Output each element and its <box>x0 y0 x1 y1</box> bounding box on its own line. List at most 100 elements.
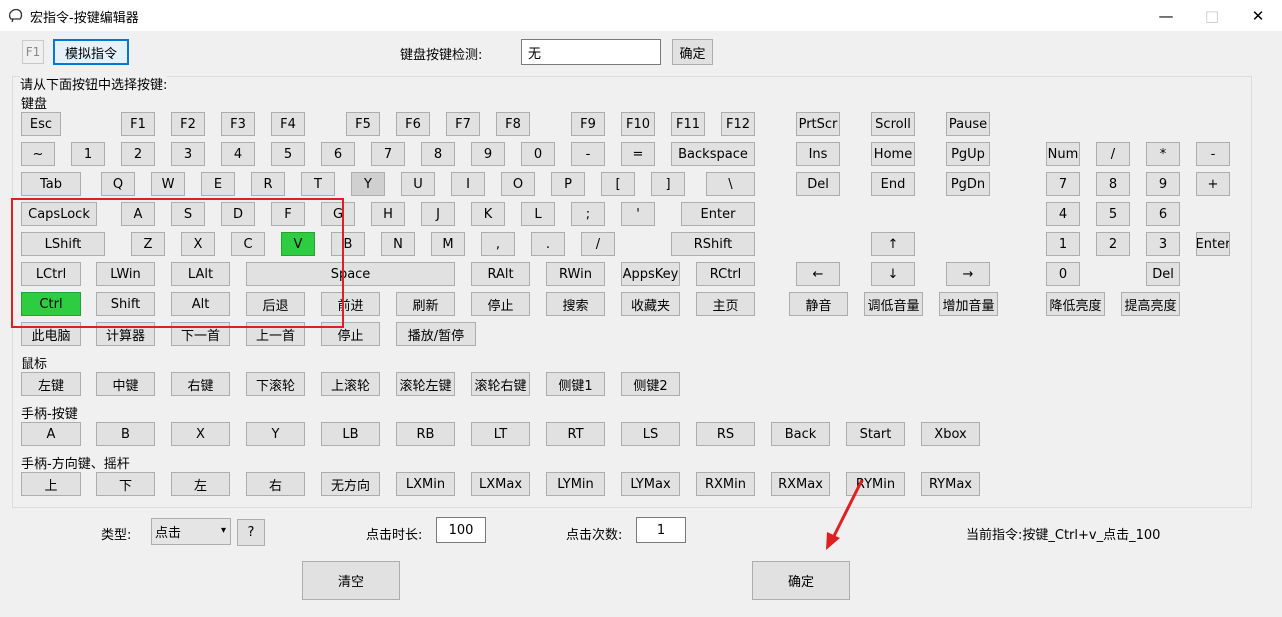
key-num-1[interactable]: 1 <box>1046 232 1080 256</box>
gamepad-a[interactable]: A <box>21 422 81 446</box>
key-slash[interactable]: / <box>581 232 615 256</box>
key-volume-mute[interactable]: 静音 <box>789 292 848 316</box>
gamepad-rx-min[interactable]: RXMin <box>696 472 755 496</box>
key-num[interactable]: Num <box>1046 142 1080 166</box>
mouse-wheel-right[interactable]: 滚轮右键 <box>471 372 530 396</box>
key-g[interactable]: G <box>321 202 355 226</box>
key-k[interactable]: K <box>471 202 505 226</box>
key-rwin[interactable]: RWin <box>546 262 605 286</box>
key-lbracket[interactable]: [ <box>601 172 635 196</box>
key-2[interactable]: 2 <box>121 142 155 166</box>
key-u[interactable]: U <box>401 172 435 196</box>
gamepad-dpad-up[interactable]: 上 <box>21 472 81 496</box>
key-f8[interactable]: F8 <box>496 112 530 136</box>
gamepad-x[interactable]: X <box>171 422 230 446</box>
mouse-middle-button[interactable]: 中键 <box>96 372 155 396</box>
mouse-side-button-1[interactable]: 侧键1 <box>546 372 605 396</box>
key-a[interactable]: A <box>121 202 155 226</box>
mouse-left-button[interactable]: 左键 <box>21 372 81 396</box>
key-appskey[interactable]: AppsKey <box>621 262 680 286</box>
key-browser-forward[interactable]: 前进 <box>321 292 380 316</box>
key-num-multiply[interactable]: * <box>1146 142 1180 166</box>
key-del[interactable]: Del <box>796 172 840 196</box>
key-num-4[interactable]: 4 <box>1046 202 1080 226</box>
key-0[interactable]: 0 <box>521 142 555 166</box>
key-equals[interactable]: = <box>621 142 655 166</box>
key-media-stop[interactable]: 停止 <box>321 322 380 346</box>
key-num-3[interactable]: 3 <box>1146 232 1180 256</box>
key-num-8[interactable]: 8 <box>1096 172 1130 196</box>
gamepad-lt[interactable]: LT <box>471 422 530 446</box>
key-8[interactable]: 8 <box>421 142 455 166</box>
key-num-2[interactable]: 2 <box>1096 232 1130 256</box>
key-f7[interactable]: F7 <box>446 112 480 136</box>
key-backslash[interactable]: \ <box>706 172 755 196</box>
mouse-side-button-2[interactable]: 侧键2 <box>621 372 680 396</box>
gamepad-dpad-right[interactable]: 右 <box>246 472 305 496</box>
key-pgdn[interactable]: PgDn <box>946 172 990 196</box>
key-f3[interactable]: F3 <box>221 112 255 136</box>
key-7[interactable]: 7 <box>371 142 405 166</box>
key-pgup[interactable]: PgUp <box>946 142 990 166</box>
key-1[interactable]: 1 <box>71 142 105 166</box>
key-r[interactable]: R <box>251 172 285 196</box>
key-volume-up[interactable]: 增加音量 <box>939 292 998 316</box>
key-b[interactable]: B <box>331 232 365 256</box>
key-e[interactable]: E <box>201 172 235 196</box>
gamepad-dpad-down[interactable]: 下 <box>96 472 155 496</box>
key-f[interactable]: F <box>271 202 305 226</box>
key-f1[interactable]: F1 <box>121 112 155 136</box>
gamepad-ry-max[interactable]: RYMax <box>921 472 980 496</box>
help-button[interactable]: ? <box>237 519 265 546</box>
key-f5[interactable]: F5 <box>346 112 380 136</box>
mouse-right-button[interactable]: 右键 <box>171 372 230 396</box>
key-browser-stop[interactable]: 停止 <box>471 292 530 316</box>
key-pause[interactable]: Pause <box>946 112 990 136</box>
key-media-next[interactable]: 下一首 <box>171 322 230 346</box>
key-home[interactable]: Home <box>871 142 915 166</box>
key-f4[interactable]: F4 <box>271 112 305 136</box>
key-media-play-pause[interactable]: 播放/暂停 <box>396 322 476 346</box>
key-ctrl[interactable]: Ctrl <box>21 292 81 316</box>
gamepad-b[interactable]: B <box>96 422 155 446</box>
mouse-wheel-down[interactable]: 下滚轮 <box>246 372 305 396</box>
minimize-button[interactable]: — <box>1143 0 1189 31</box>
gamepad-start[interactable]: Start <box>846 422 905 446</box>
key-tilde[interactable]: ~ <box>21 142 55 166</box>
mouse-wheel-left[interactable]: 滚轮左键 <box>396 372 455 396</box>
key-brightness-down[interactable]: 降低亮度 <box>1046 292 1105 316</box>
key-end[interactable]: End <box>871 172 915 196</box>
key-num-enter[interactable]: Enter <box>1196 232 1230 256</box>
key-j[interactable]: J <box>421 202 455 226</box>
key-p[interactable]: P <box>551 172 585 196</box>
close-button[interactable]: ✕ <box>1235 0 1281 31</box>
key-shift[interactable]: Shift <box>96 292 155 316</box>
key-f12[interactable]: F12 <box>721 112 755 136</box>
detect-input[interactable]: 无 <box>521 39 661 65</box>
key-num-divide[interactable]: / <box>1096 142 1130 166</box>
ok-button[interactable]: 确定 <box>752 561 850 600</box>
key-i[interactable]: I <box>451 172 485 196</box>
key-num-0[interactable]: 0 <box>1046 262 1080 286</box>
key-rctrl[interactable]: RCtrl <box>696 262 755 286</box>
key-4[interactable]: 4 <box>221 142 255 166</box>
duration-input[interactable]: 100 <box>436 517 486 543</box>
detect-confirm-button[interactable]: 确定 <box>672 39 713 65</box>
key-num-7[interactable]: 7 <box>1046 172 1080 196</box>
key-o[interactable]: O <box>501 172 535 196</box>
type-select[interactable]: 点击 ▾ <box>151 518 231 545</box>
key-y[interactable]: Y <box>351 172 385 196</box>
key-f9[interactable]: F9 <box>571 112 605 136</box>
key-5[interactable]: 5 <box>271 142 305 166</box>
simulate-button[interactable]: 模拟指令 <box>53 39 129 65</box>
key-lshift[interactable]: LShift <box>21 232 105 256</box>
gamepad-lb[interactable]: LB <box>321 422 380 446</box>
gamepad-lx-max[interactable]: LXMax <box>471 472 530 496</box>
gamepad-back[interactable]: Back <box>771 422 830 446</box>
key-num-del[interactable]: Del <box>1146 262 1180 286</box>
key-left-arrow[interactable]: ← <box>796 262 840 286</box>
key-m[interactable]: M <box>431 232 465 256</box>
key-6[interactable]: 6 <box>321 142 355 166</box>
key-h[interactable]: H <box>371 202 405 226</box>
key-num-5[interactable]: 5 <box>1096 202 1130 226</box>
